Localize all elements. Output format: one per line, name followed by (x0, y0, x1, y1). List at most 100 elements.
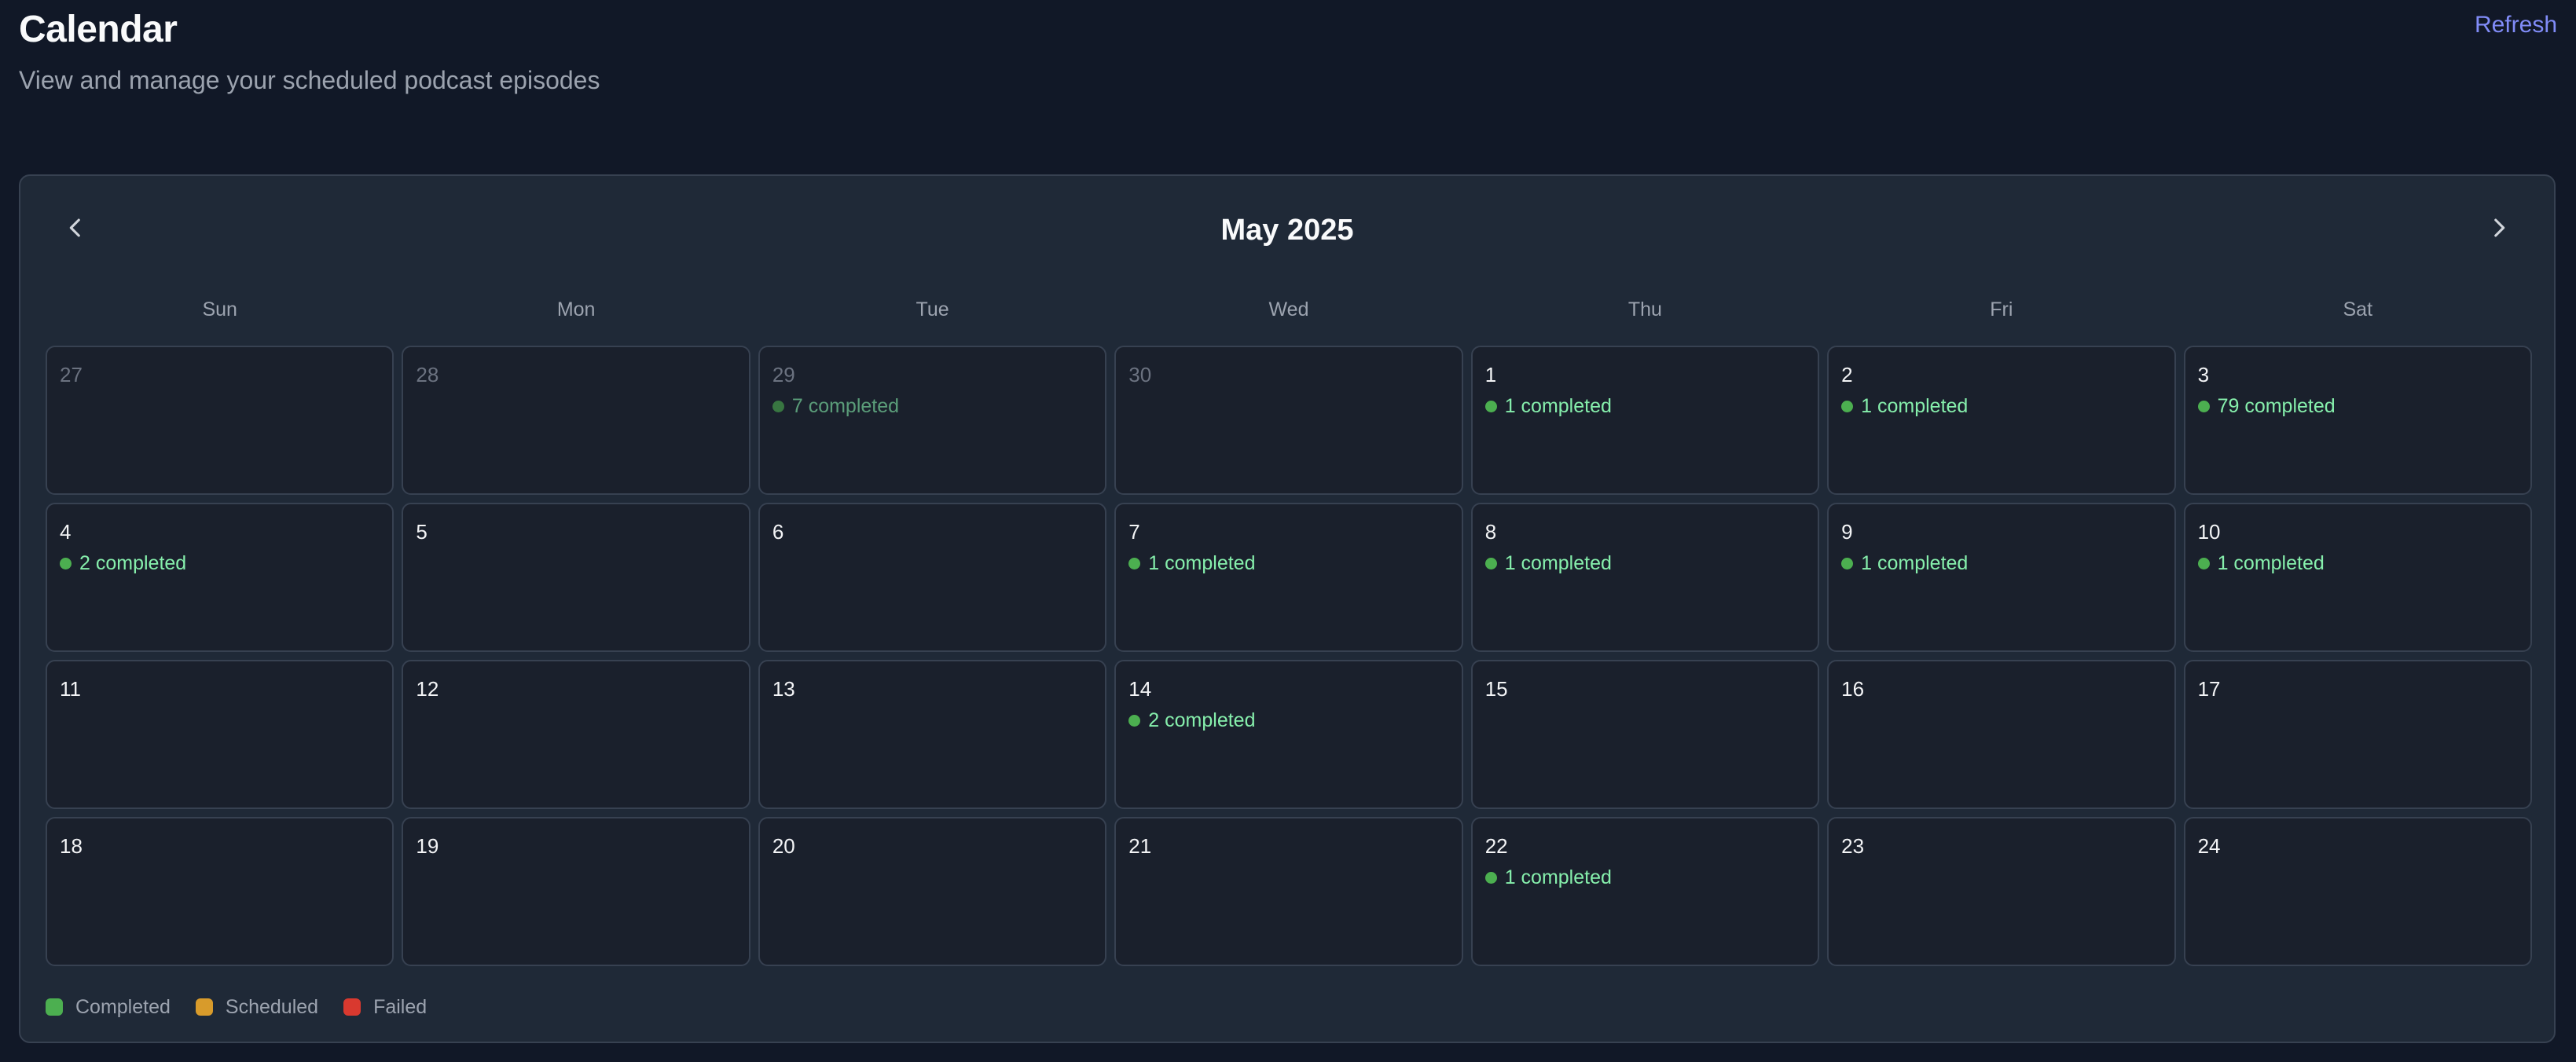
calendar-day-cell[interactable]: 21 (1114, 817, 1463, 966)
event-count-label: 1 completed (2217, 552, 2325, 574)
calendar-day-cell[interactable]: 28 (402, 346, 750, 495)
calendar-day-cell[interactable]: 18 (46, 817, 394, 966)
day-number: 8 (1484, 520, 1497, 544)
day-number: 27 (60, 363, 83, 386)
calendar-day-cell[interactable]: 19 (402, 817, 750, 966)
calendar-day-cell[interactable]: 5 (402, 503, 750, 652)
event-count-label: 1 completed (1861, 395, 1969, 417)
calendar-day-cell[interactable]: 6 (758, 503, 1107, 652)
chevron-right-icon (2486, 214, 2512, 245)
weekday-label: Tue (916, 298, 949, 320)
completed-episodes-indicator[interactable]: 2 completed (1128, 707, 1448, 734)
calendar-day-cell[interactable]: 24 (2183, 817, 2532, 966)
completed-episodes-indicator[interactable]: 79 completed (2197, 393, 2518, 419)
calendar-day-cell[interactable]: 27 (46, 346, 394, 495)
status-dot-icon (1484, 871, 1497, 884)
event-count-label: 1 completed (1504, 552, 1612, 574)
legend-swatch (343, 998, 361, 1016)
calendar-day-cell[interactable]: 22 1 completed (1470, 817, 1820, 966)
calendar-day-cell[interactable]: 20 (758, 817, 1107, 966)
calendar-day-cell[interactable]: 3 79 completed (2183, 346, 2532, 495)
day-number: 24 (2197, 834, 2221, 858)
day-number: 18 (60, 834, 83, 858)
status-dot-icon (772, 400, 784, 412)
day-number: 9 (1841, 520, 1853, 544)
day-number: 1 (1484, 363, 1497, 386)
day-number: 16 (1841, 677, 1865, 701)
calendar-day-cell[interactable]: 2 1 completed (1827, 346, 2176, 495)
day-number: 4 (60, 520, 72, 544)
calendar-day-cell[interactable]: 15 (1470, 660, 1820, 809)
day-number: 22 (1484, 834, 1508, 858)
calendar-day-cell[interactable]: 11 (46, 660, 394, 809)
completed-episodes-indicator[interactable]: 2 completed (60, 550, 380, 577)
event-count-label: 2 completed (1148, 709, 1256, 731)
weekday-label: Thu (1627, 298, 1662, 320)
day-number: 21 (1128, 834, 1152, 858)
calendar-card: May 2025 Sun Mon Tue Wed Thu Fri Sat 27 2… (19, 174, 2556, 1043)
day-number: 29 (772, 363, 795, 386)
legend-swatch (195, 998, 213, 1016)
day-number: 7 (1128, 520, 1140, 544)
calendar-day-cell[interactable]: 9 1 completed (1827, 503, 2176, 652)
weekday-header-row: Sun Mon Tue Wed Thu Fri Sat (46, 294, 2532, 325)
day-number: 10 (2197, 520, 2221, 544)
legend-item: Scheduled (195, 994, 319, 1020)
completed-episodes-indicator[interactable]: 1 completed (1841, 393, 2161, 419)
calendar-day-cell[interactable]: 16 (1827, 660, 2176, 809)
page-title: Calendar (19, 9, 178, 50)
status-dot-icon (2197, 400, 2210, 412)
day-number: 13 (772, 677, 795, 701)
completed-episodes-indicator[interactable]: 1 completed (1484, 393, 1805, 419)
completed-episodes-indicator[interactable]: 7 completed (772, 393, 1092, 419)
calendar-day-cell[interactable]: 23 (1827, 817, 2176, 966)
weekday-label: Sat (2343, 298, 2373, 320)
calendar-day-cell[interactable]: 12 (402, 660, 750, 809)
next-month-button[interactable] (2475, 206, 2523, 253)
status-dot-icon (60, 557, 72, 569)
completed-episodes-indicator[interactable]: 1 completed (1484, 864, 1805, 891)
day-number: 23 (1841, 834, 1865, 858)
day-number: 5 (416, 520, 427, 544)
day-number: 15 (1484, 677, 1508, 701)
weekday-label: Fri (1990, 298, 2013, 320)
legend-label: Scheduled (225, 996, 319, 1018)
day-number: 14 (1128, 677, 1152, 701)
calendar-day-cell[interactable]: 8 1 completed (1470, 503, 1820, 652)
calendar-day-cell[interactable]: 14 2 completed (1114, 660, 1463, 809)
calendar-grid: 27 28 29 7 completed 30 1 1 completed 2 1 comple… (46, 346, 2532, 966)
page-subtitle: View and manage your scheduled podcast e… (19, 66, 600, 94)
event-count-label: 1 completed (1504, 866, 1612, 888)
month-label: May 2025 (1220, 214, 1354, 247)
day-number: 17 (2197, 677, 2221, 701)
calendar-day-cell[interactable]: 29 7 completed (758, 346, 1107, 495)
calendar-day-cell[interactable]: 30 (1114, 346, 1463, 495)
weekday-label: Mon (556, 298, 596, 320)
completed-episodes-indicator[interactable]: 1 completed (1841, 550, 2161, 577)
legend-item: Completed (46, 994, 171, 1020)
calendar-day-cell[interactable]: 17 (2183, 660, 2532, 809)
day-number: 28 (416, 363, 439, 386)
calendar-day-cell[interactable]: 4 2 completed (46, 503, 394, 652)
calendar-day-cell[interactable]: 1 1 completed (1470, 346, 1820, 495)
legend-item: Failed (343, 994, 427, 1020)
day-number: 12 (416, 677, 439, 701)
calendar-day-cell[interactable]: 13 (758, 660, 1107, 809)
day-number: 20 (772, 834, 795, 858)
refresh-button[interactable]: Refresh (2475, 9, 2557, 41)
event-count-label: 1 completed (1504, 395, 1612, 417)
calendar-day-cell[interactable]: 7 1 completed (1114, 503, 1463, 652)
status-dot-icon (1484, 557, 1497, 569)
day-number: 6 (772, 520, 784, 544)
legend-label: Failed (373, 996, 427, 1018)
event-count-label: 1 completed (1148, 552, 1256, 574)
status-dot-icon (1128, 557, 1141, 569)
completed-episodes-indicator[interactable]: 1 completed (1484, 550, 1805, 577)
calendar-day-cell[interactable]: 10 1 completed (2183, 503, 2532, 652)
completed-episodes-indicator[interactable]: 1 completed (1128, 550, 1448, 577)
event-count-label: 2 completed (79, 552, 187, 574)
weekday-label: Wed (1268, 298, 1309, 320)
completed-episodes-indicator[interactable]: 1 completed (2197, 550, 2518, 577)
status-dot-icon (1841, 400, 1854, 412)
legend-swatch (46, 998, 63, 1016)
